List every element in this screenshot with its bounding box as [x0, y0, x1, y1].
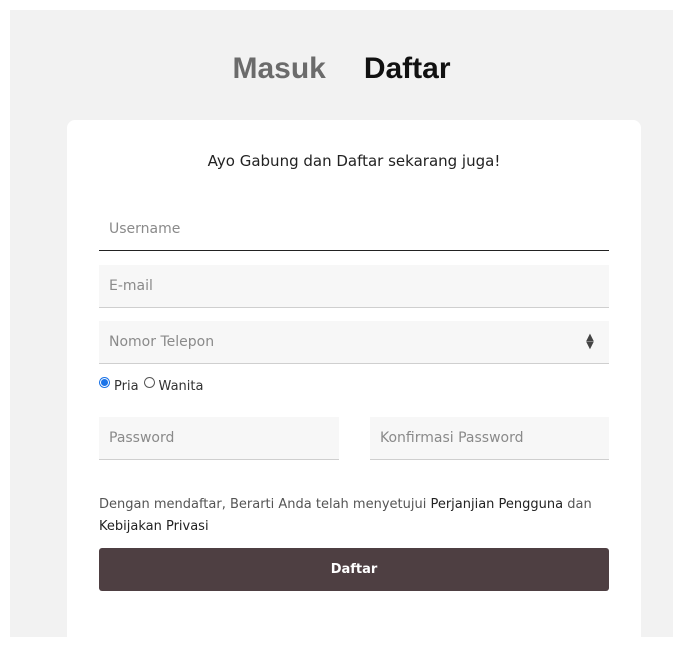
- radio-label-wanita: Wanita: [158, 379, 204, 394]
- phone-stepper-icon[interactable]: ▲ ▼: [585, 333, 595, 351]
- radio-label-pria: Pria: [114, 379, 139, 394]
- radio-pria[interactable]: [99, 377, 110, 388]
- privacy-policy-link[interactable]: Kebijakan Privasi: [99, 519, 209, 534]
- form-heading: Ayo Gabung dan Daftar sekarang juga!: [207, 152, 501, 170]
- terms-prefix: Dengan mendaftar, Berarti Anda telah men…: [99, 497, 431, 512]
- email-input[interactable]: [99, 265, 609, 308]
- auth-tabs: Masuk Daftar: [10, 54, 673, 84]
- gender-radio-group: Pria Wanita: [99, 377, 204, 394]
- tab-register[interactable]: Daftar: [364, 54, 451, 84]
- password-input[interactable]: [99, 417, 339, 460]
- username-input[interactable]: [99, 208, 609, 251]
- confirm-password-input[interactable]: [370, 417, 609, 460]
- terms-text: Dengan mendaftar, Berarti Anda telah men…: [99, 494, 609, 538]
- terms-connector: dan: [563, 497, 592, 512]
- phone-input[interactable]: [99, 321, 609, 364]
- auth-panel: Masuk Daftar Ayo Gabung dan Daftar sekar…: [10, 10, 673, 650]
- register-button[interactable]: Daftar: [99, 548, 609, 591]
- radio-wanita[interactable]: [143, 377, 155, 388]
- user-agreement-link[interactable]: Perjanjian Pengguna: [430, 497, 563, 512]
- register-card: Ayo Gabung dan Daftar sekarang juga! ▲▼ …: [67, 120, 641, 650]
- tab-login[interactable]: Masuk: [232, 54, 325, 84]
